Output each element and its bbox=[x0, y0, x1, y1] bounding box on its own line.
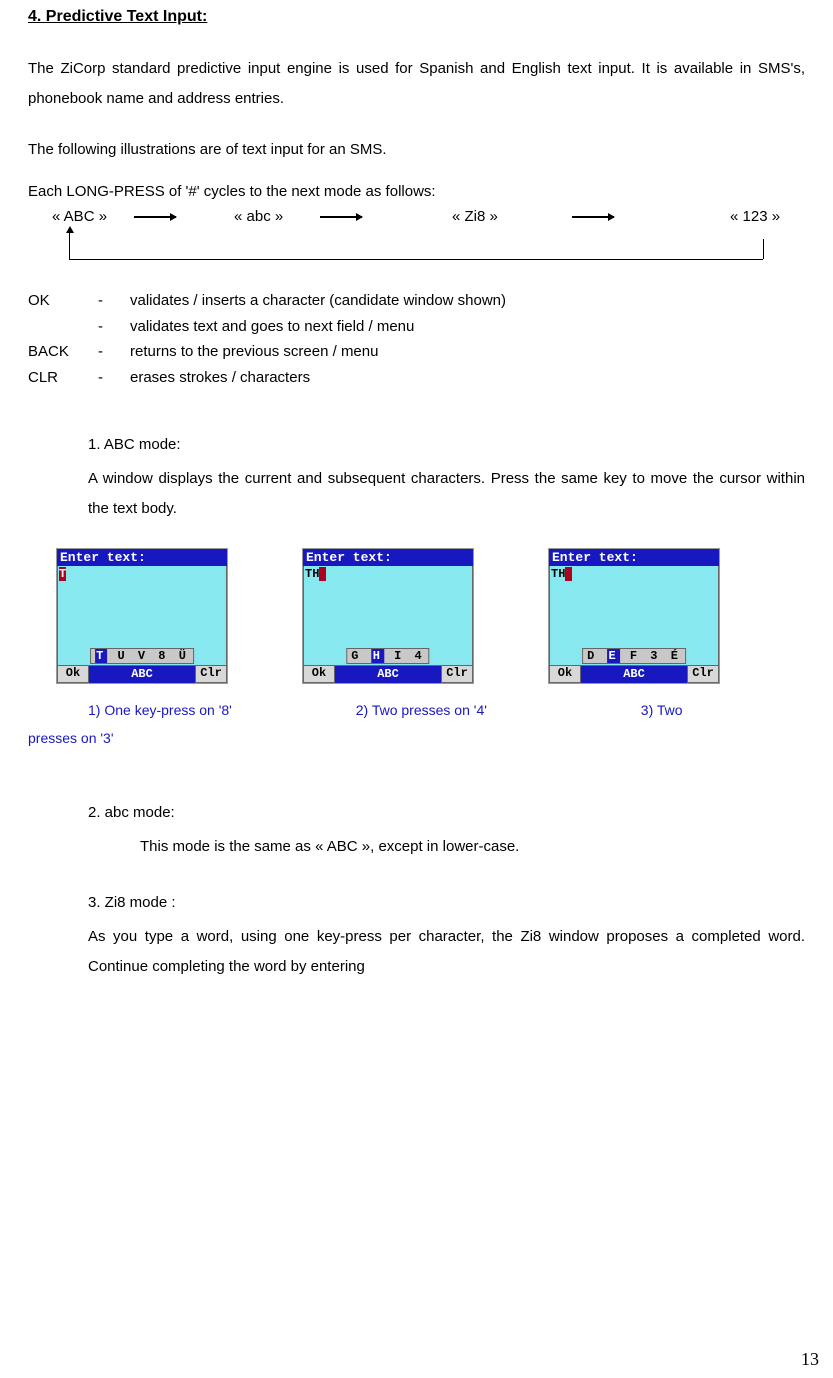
key-name bbox=[28, 314, 98, 340]
key-name: OK bbox=[28, 288, 98, 314]
entered-text: TH bbox=[551, 567, 572, 581]
arrow-icon bbox=[320, 216, 362, 218]
candidate-bar: T U V 8 Ü bbox=[90, 648, 194, 664]
softkey-ok: Ok bbox=[303, 666, 335, 683]
key-reference-table: OK-validates / inserts a character (cand… bbox=[28, 288, 805, 390]
dash: - bbox=[98, 288, 130, 314]
paragraph-cycle: Each LONG-PRESS of '#' cycles to the nex… bbox=[28, 180, 805, 204]
paragraph-intro: The ZiCorp standard predictive input eng… bbox=[28, 54, 805, 114]
dash: - bbox=[98, 339, 130, 365]
caption-3a: 3) Two bbox=[641, 702, 683, 718]
abc-mode-title: 1. ABC mode: bbox=[88, 430, 805, 460]
abc-lower-title: 2. abc mode: bbox=[88, 798, 805, 828]
zi8-text: As you type a word, using one key-press … bbox=[88, 922, 805, 982]
paragraph-illustrations: The following illustrations are of text … bbox=[28, 138, 805, 162]
softkey-clr: Clr bbox=[687, 666, 719, 683]
candidate-bar: G H I 4 bbox=[346, 648, 429, 664]
phone-screenshot: Enter text: TH G H I 4 Ok ABC Clr bbox=[302, 548, 474, 684]
caption-3b: presses on '3' bbox=[28, 730, 114, 746]
softkey-ok: Ok bbox=[57, 666, 89, 683]
mode-cycle-diagram: « ABC » « abc » « Zi8 » « 123 » bbox=[28, 208, 805, 272]
candidate-bar: D E F 3 É bbox=[582, 648, 686, 664]
key-name: BACK bbox=[28, 339, 98, 365]
softkey-clr: Clr bbox=[195, 666, 227, 683]
mode-123: « 123 » bbox=[730, 208, 780, 225]
phone-screenshot: Enter text: T T U V 8 Ü Ok ABC Clr bbox=[56, 548, 228, 684]
phone-screenshot: Enter text: TH D E F 3 É Ok ABC Clr bbox=[548, 548, 720, 684]
softkey-mode: ABC bbox=[335, 666, 441, 683]
screen-title: Enter text: bbox=[549, 549, 719, 566]
softkey-ok: Ok bbox=[549, 666, 581, 683]
arrow-icon bbox=[572, 216, 614, 218]
section-heading: 4. Predictive Text Input: bbox=[28, 8, 805, 26]
mode-abc-lower: « abc » bbox=[234, 208, 283, 225]
mode-abc-upper: « ABC » bbox=[52, 208, 107, 225]
softkey-mode: ABC bbox=[89, 666, 195, 683]
zi8-title: 3. Zi8 mode : bbox=[88, 888, 805, 918]
abc-lower-text: This mode is the same as « ABC », except… bbox=[140, 832, 805, 862]
caption-1: 1) One key-press on '8' bbox=[88, 702, 232, 718]
page-number: 13 bbox=[801, 1349, 819, 1370]
caption-2: 2) Two presses on '4' bbox=[356, 702, 487, 718]
entered-text: TH bbox=[305, 567, 326, 581]
screen-title: Enter text: bbox=[303, 549, 473, 566]
softkey-mode: ABC bbox=[581, 666, 687, 683]
entered-text: T bbox=[59, 567, 66, 581]
dash: - bbox=[98, 365, 130, 391]
softkey-clr: Clr bbox=[441, 666, 473, 683]
screenshot-captions: 1) One key-press on '8' 2) Two presses o… bbox=[28, 696, 805, 752]
abc-mode-text: A window displays the current and subseq… bbox=[88, 464, 805, 524]
key-desc: returns to the previous screen / menu bbox=[130, 339, 805, 365]
screenshot-row: Enter text: T T U V 8 Ü Ok ABC Clr Enter… bbox=[56, 548, 805, 684]
key-desc: validates / inserts a character (candida… bbox=[130, 288, 805, 314]
key-name: CLR bbox=[28, 365, 98, 391]
screen-title: Enter text: bbox=[57, 549, 227, 566]
key-desc: erases strokes / characters bbox=[130, 365, 805, 391]
mode-zi8: « Zi8 » bbox=[452, 208, 498, 225]
dash: - bbox=[98, 314, 130, 340]
key-desc: validates text and goes to next field / … bbox=[130, 314, 805, 340]
arrow-icon bbox=[134, 216, 176, 218]
